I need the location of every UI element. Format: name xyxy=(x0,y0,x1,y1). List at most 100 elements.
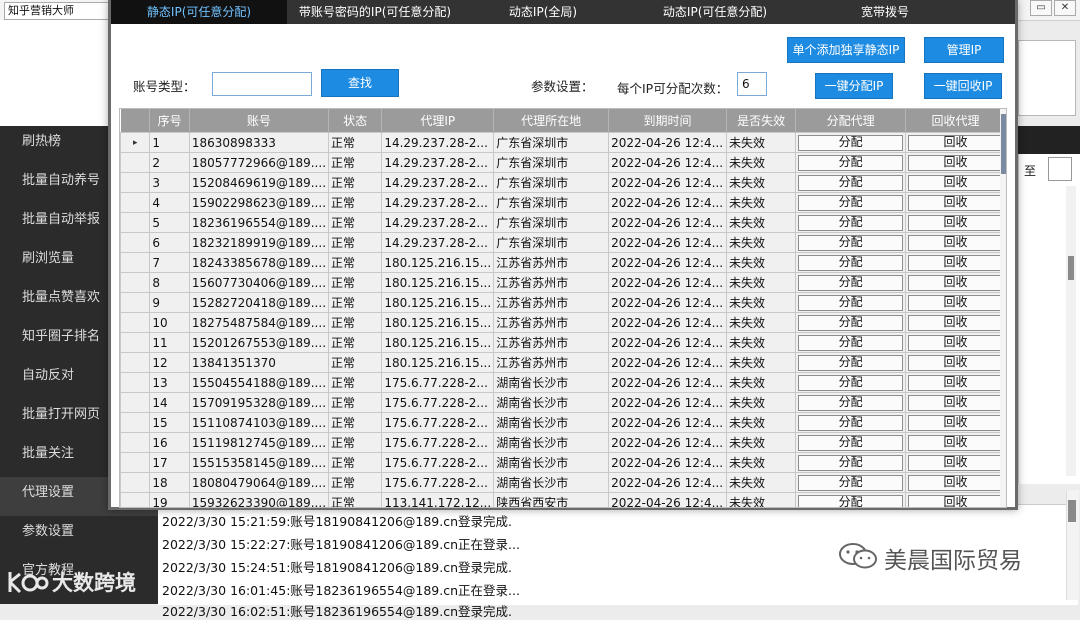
assign-proxy-button[interactable]: 分配 xyxy=(798,394,903,411)
recycle-proxy-button[interactable]: 回收 xyxy=(907,134,1003,151)
row-selector[interactable] xyxy=(120,492,151,507)
column-header[interactable]: 代理IP xyxy=(381,109,495,133)
row-selector[interactable] xyxy=(120,412,151,433)
background-right-scroll-thumb[interactable] xyxy=(1068,256,1074,280)
row-selector[interactable] xyxy=(120,152,151,173)
row-selector[interactable] xyxy=(120,372,151,393)
assign-proxy-button[interactable]: 分配 xyxy=(798,154,903,171)
table-row[interactable]: 19 15932623390@189.... 正常 113.141.172.12...… xyxy=(120,492,1006,507)
assign-proxy-button[interactable]: 分配 xyxy=(798,174,903,191)
table-row[interactable]: 4 15902298623@189.... 正常 14.29.237.28-2... 广… xyxy=(120,192,1006,213)
search-button[interactable]: 查找 xyxy=(321,69,399,97)
table-row[interactable]: 6 18232189919@189.... 正常 14.29.237.28-2... 广… xyxy=(120,232,1006,253)
sidebar-item-param-settings[interactable]: 参数设置 xyxy=(0,516,158,555)
recycle-proxy-button[interactable]: 回收 xyxy=(907,494,1003,507)
recycle-proxy-button[interactable]: 回收 xyxy=(907,314,1003,331)
assign-proxy-button[interactable]: 分配 xyxy=(798,134,903,151)
recycle-proxy-button[interactable]: 回收 xyxy=(907,434,1003,451)
row-selector[interactable] xyxy=(120,252,151,273)
table-row[interactable]: ▸ 1 18630898333 正常 14.29.237.28-2... 广东省深圳市 20… xyxy=(120,132,1006,153)
row-selector[interactable] xyxy=(120,292,151,313)
row-selector[interactable] xyxy=(120,312,151,333)
table-row[interactable]: 10 18275487584@189.... 正常 180.125.216.15...… xyxy=(120,312,1006,333)
row-selector[interactable] xyxy=(120,332,151,353)
background-right-textarea[interactable] xyxy=(1018,40,1076,116)
table-row[interactable]: 12 13841351370 正常 180.125.216.15... 江苏省苏州市 20… xyxy=(120,352,1006,373)
assign-proxy-button[interactable]: 分配 xyxy=(798,294,903,311)
recycle-proxy-button[interactable]: 回收 xyxy=(907,354,1003,371)
recycle-proxy-button[interactable]: 回收 xyxy=(907,294,1003,311)
add-static-ip-button[interactable]: 单个添加独享静态IP xyxy=(787,37,905,63)
assign-proxy-button[interactable]: 分配 xyxy=(798,274,903,291)
table-row[interactable]: 5 18236196554@189.... 正常 14.29.237.28-2... 广… xyxy=(120,212,1006,233)
recycle-proxy-button[interactable]: 回收 xyxy=(907,374,1003,391)
row-selector[interactable] xyxy=(120,272,151,293)
row-selector[interactable] xyxy=(120,432,151,453)
tab-auth-ip[interactable]: 带账号密码的IP(可任意分配) xyxy=(287,0,463,24)
row-selector[interactable] xyxy=(120,212,151,233)
assign-proxy-button[interactable]: 分配 xyxy=(798,194,903,211)
column-header[interactable]: 账号 xyxy=(189,109,330,133)
row-selector[interactable] xyxy=(120,352,151,373)
recycle-proxy-button[interactable]: 回收 xyxy=(907,154,1003,171)
column-header[interactable]: 分配代理 xyxy=(795,109,906,133)
assign-proxy-button[interactable]: 分配 xyxy=(798,314,903,331)
close-icon[interactable]: ✕ xyxy=(1054,0,1076,16)
per-ip-count-input[interactable]: 6 xyxy=(737,72,767,96)
manage-ip-button[interactable]: 管理IP xyxy=(924,37,1004,63)
column-header[interactable]: 回收代理 xyxy=(905,109,1006,133)
recycle-proxy-button[interactable]: 回收 xyxy=(907,254,1003,271)
table-row[interactable]: 11 15201267553@189.... 正常 180.125.216.15...… xyxy=(120,332,1006,353)
table-row[interactable]: 14 15709195328@189.... 正常 175.6.77.228-2...… xyxy=(120,392,1006,413)
recycle-proxy-button[interactable]: 回收 xyxy=(907,194,1003,211)
range-to-input[interactable] xyxy=(1048,157,1072,181)
row-selector[interactable] xyxy=(120,192,151,213)
row-selector[interactable] xyxy=(120,172,151,193)
row-selector[interactable] xyxy=(120,232,151,253)
tab-static-ip[interactable]: 静态IP(可任意分配) xyxy=(111,0,287,24)
column-header[interactable]: 状态 xyxy=(328,109,383,133)
recycle-proxy-button[interactable]: 回收 xyxy=(907,274,1003,291)
assign-proxy-button[interactable]: 分配 xyxy=(798,254,903,271)
assign-proxy-button[interactable]: 分配 xyxy=(798,374,903,391)
assign-proxy-button[interactable]: 分配 xyxy=(798,474,903,491)
table-row[interactable]: 17 15515358145@189.... 正常 175.6.77.228-2...… xyxy=(120,452,1006,473)
restore-icon[interactable]: ▭ xyxy=(1030,0,1052,16)
recycle-proxy-button[interactable]: 回收 xyxy=(907,214,1003,231)
recycle-proxy-button[interactable]: 回收 xyxy=(907,174,1003,191)
column-header[interactable]: 序号 xyxy=(149,109,190,133)
recycle-proxy-button[interactable]: 回收 xyxy=(907,334,1003,351)
recycle-proxy-button[interactable]: 回收 xyxy=(907,394,1003,411)
row-selector[interactable]: ▸ xyxy=(120,132,151,153)
assign-proxy-button[interactable]: 分配 xyxy=(798,454,903,471)
background-right-scrollbar[interactable] xyxy=(1066,186,1076,476)
recycle-proxy-button[interactable]: 回收 xyxy=(907,474,1003,491)
table-row[interactable]: 18 18080479064@189.... 正常 175.6.77.228-2...… xyxy=(120,472,1006,493)
recycle-proxy-button[interactable]: 回收 xyxy=(907,234,1003,251)
tab-dynamic-ip-global[interactable]: 动态IP(全局) xyxy=(463,0,623,24)
assign-proxy-button[interactable]: 分配 xyxy=(798,414,903,431)
tab-broadband-dial[interactable]: 宽带拨号 xyxy=(807,0,963,24)
table-row[interactable]: 2 18057772966@189.... 正常 14.29.237.28-2... 广… xyxy=(120,152,1006,173)
table-row[interactable]: 16 15119812745@189.... 正常 175.6.77.228-2...… xyxy=(120,432,1006,453)
assign-proxy-button[interactable]: 分配 xyxy=(798,234,903,251)
assign-proxy-button[interactable]: 分配 xyxy=(798,354,903,371)
assign-proxy-button[interactable]: 分配 xyxy=(798,214,903,231)
recycle-all-button[interactable]: 一键回收IP xyxy=(924,73,1002,99)
table-row[interactable]: 3 15208469619@189.... 正常 14.29.237.28-2... 广… xyxy=(120,172,1006,193)
table-row[interactable]: 15 15110874103@189.... 正常 175.6.77.228-2...… xyxy=(120,412,1006,433)
table-row[interactable]: 13 15504554188@189.... 正常 175.6.77.228-2...… xyxy=(120,372,1006,393)
column-header[interactable]: 到期时间 xyxy=(608,109,728,133)
column-header[interactable]: 代理所在地 xyxy=(493,109,610,133)
assign-proxy-button[interactable]: 分配 xyxy=(798,434,903,451)
recycle-proxy-button[interactable]: 回收 xyxy=(907,414,1003,431)
row-selector[interactable] xyxy=(120,472,151,493)
row-selector[interactable] xyxy=(120,452,151,473)
account-type-input[interactable] xyxy=(212,72,312,96)
recycle-proxy-button[interactable]: 回收 xyxy=(907,454,1003,471)
column-header[interactable]: 是否失效 xyxy=(726,109,797,133)
tab-dynamic-ip-assignable[interactable]: 动态IP(可任意分配) xyxy=(623,0,807,24)
assign-proxy-button[interactable]: 分配 xyxy=(798,494,903,507)
row-selector[interactable] xyxy=(120,392,151,413)
table-scroll-thumb[interactable] xyxy=(1001,114,1006,174)
